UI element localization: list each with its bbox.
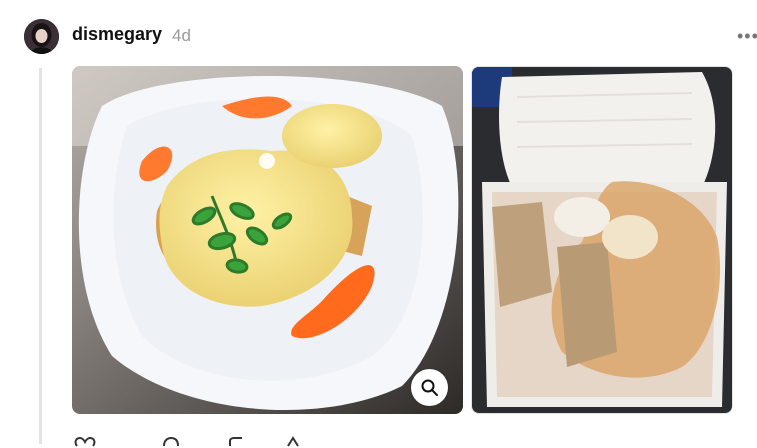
- eggs-benedict-photo: [72, 66, 463, 414]
- post-image-2[interactable]: [471, 66, 733, 414]
- post-timestamp[interactable]: 4d: [172, 26, 191, 46]
- comment-icon[interactable]: [160, 436, 182, 448]
- avatar[interactable]: [24, 19, 59, 54]
- post-image-1[interactable]: [72, 66, 463, 414]
- share-icon[interactable]: [282, 436, 304, 448]
- thread-line: [39, 68, 42, 444]
- zoom-button[interactable]: [411, 369, 448, 406]
- post-actions: [72, 436, 332, 448]
- avatar-image: [24, 19, 59, 54]
- username[interactable]: dismegary: [72, 24, 162, 45]
- repost-icon[interactable]: [226, 436, 248, 448]
- magnifier-icon: [421, 379, 438, 396]
- heart-icon[interactable]: [74, 436, 96, 448]
- takeaway-container-photo: [472, 67, 732, 413]
- more-options-icon[interactable]: •••: [737, 26, 757, 47]
